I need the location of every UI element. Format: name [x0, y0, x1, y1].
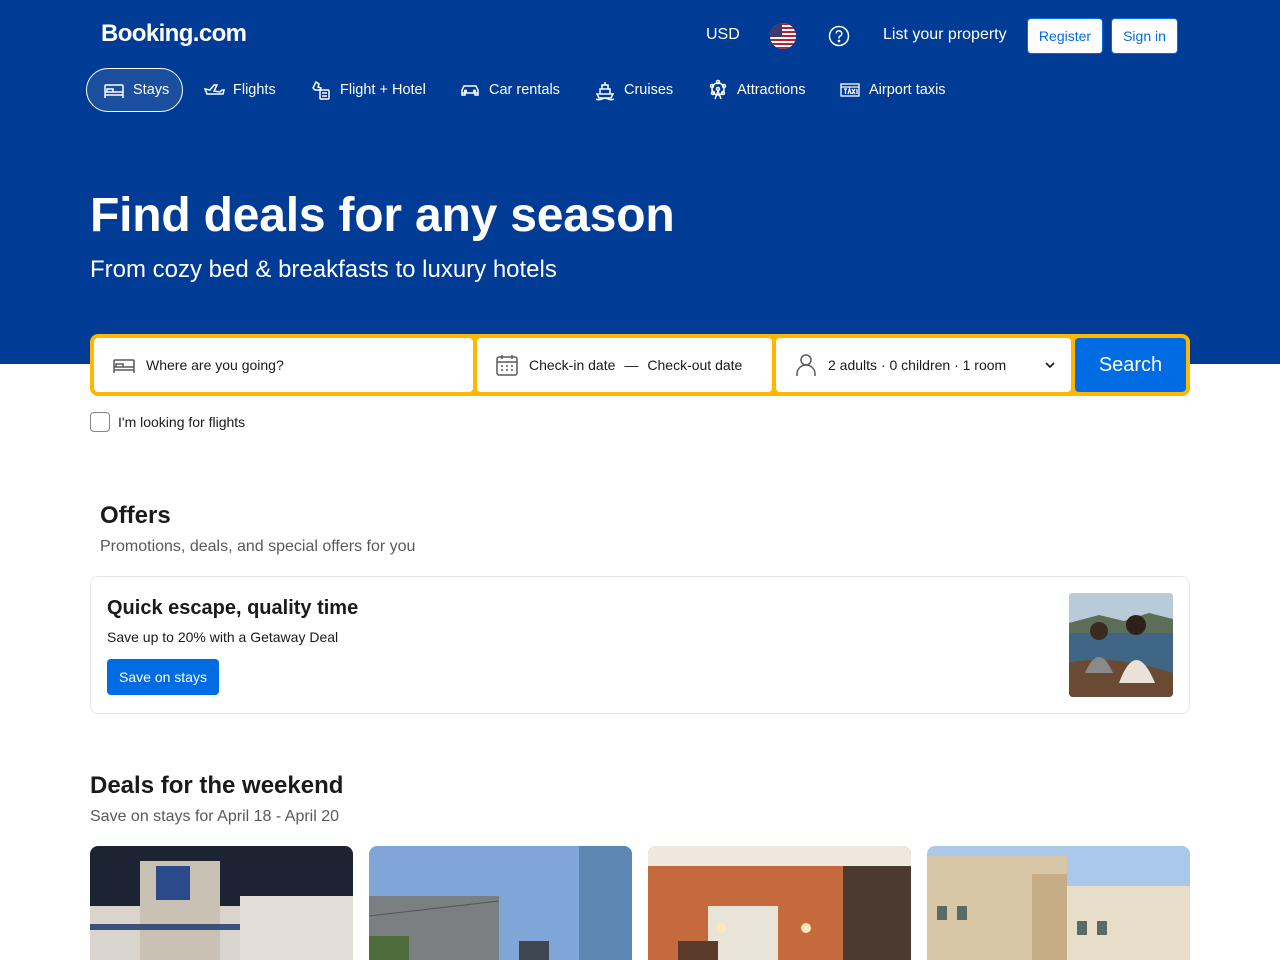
tab-attractions[interactable]: Attractions — [691, 68, 822, 112]
chevron-down-icon[interactable] — [1043, 358, 1057, 372]
flight-hotel-icon — [310, 79, 332, 101]
destination-field[interactable]: Where are you going? — [94, 338, 473, 392]
tab-label: Airport taxis — [869, 82, 946, 98]
help-circle-icon[interactable] — [828, 25, 850, 47]
calendar-icon — [495, 353, 519, 377]
tab-label: Attractions — [737, 82, 806, 98]
booking-logo[interactable]: Booking.com — [101, 20, 247, 48]
us-flag-icon[interactable] — [770, 23, 796, 49]
guests-summary: 2 adults · 0 children · 1 room — [828, 357, 1007, 373]
flights-checkbox-row[interactable]: I'm looking for flights — [90, 412, 245, 432]
page-title: Find deals for any season — [90, 189, 675, 242]
ship-icon — [594, 79, 616, 101]
tab-label: Flights — [233, 82, 276, 98]
save-on-stays-button[interactable]: Save on stays — [107, 659, 219, 695]
hotel-image — [90, 846, 353, 960]
destination-input[interactable]: Where are you going? — [146, 357, 284, 373]
bed-icon — [112, 353, 136, 377]
deals-heading: Deals for the weekend — [90, 772, 344, 799]
deal-card[interactable] — [369, 846, 632, 960]
search-button[interactable]: Search — [1075, 338, 1186, 392]
guests-field[interactable]: 2 adults · 0 children · 1 room — [776, 338, 1071, 392]
tab-car-rentals[interactable]: Car rentals — [443, 68, 576, 112]
car-icon — [459, 79, 481, 101]
checkout-date[interactable]: Check-out date — [647, 357, 742, 373]
deal-card[interactable] — [90, 846, 353, 960]
tab-stays[interactable]: Stays — [86, 68, 183, 112]
tab-airport-taxis[interactable]: Airport taxis — [823, 68, 962, 112]
taxi-icon — [839, 79, 861, 101]
offer-image — [1069, 593, 1173, 697]
hero-banner — [0, 0, 1280, 364]
ferris-wheel-icon — [707, 79, 729, 101]
person-icon — [794, 353, 818, 377]
hotel-image — [369, 846, 632, 960]
tab-label: Flight + Hotel — [340, 82, 426, 98]
search-bar: Where are you going? Check-in date — Che… — [90, 334, 1190, 396]
hotel-image — [648, 846, 911, 960]
flights-checkbox[interactable] — [90, 412, 110, 432]
hotel-image — [927, 846, 1190, 960]
date-field[interactable]: Check-in date — Check-out date — [477, 338, 772, 392]
tab-flights[interactable]: Flights — [187, 68, 292, 112]
tab-label: Car rentals — [489, 82, 560, 98]
offer-description: Save up to 20% with a Getaway Deal — [107, 629, 339, 645]
currency-selector[interactable]: USD — [706, 26, 740, 44]
tab-label: Cruises — [624, 82, 674, 98]
offers-subheading: Promotions, deals, and special offers fo… — [100, 538, 416, 555]
deals-subheading: Save on stays for April 18 - April 20 — [90, 808, 340, 825]
page-subtitle: From cozy bed & breakfasts to luxury hot… — [90, 256, 557, 283]
date-separator: — — [624, 357, 639, 373]
flights-checkbox-label[interactable]: I'm looking for flights — [118, 414, 245, 430]
tab-flight-hotel[interactable]: Flight + Hotel — [294, 68, 442, 112]
bed-icon — [103, 79, 125, 101]
offer-card: Quick escape, quality time Save up to 20… — [90, 576, 1190, 714]
offer-title: Quick escape, quality time — [107, 597, 359, 619]
tab-label: Stays — [133, 82, 170, 98]
checkin-date[interactable]: Check-in date — [529, 357, 615, 373]
deal-card[interactable] — [648, 846, 911, 960]
deal-card[interactable] — [927, 846, 1190, 960]
tab-cruises[interactable]: Cruises — [578, 68, 689, 112]
offers-heading: Offers — [100, 502, 171, 529]
register-button[interactable]: Register — [1027, 18, 1103, 54]
list-your-property-link[interactable]: List your property — [883, 26, 1007, 44]
plane-icon — [203, 79, 225, 101]
sign-in-button[interactable]: Sign in — [1111, 18, 1178, 54]
